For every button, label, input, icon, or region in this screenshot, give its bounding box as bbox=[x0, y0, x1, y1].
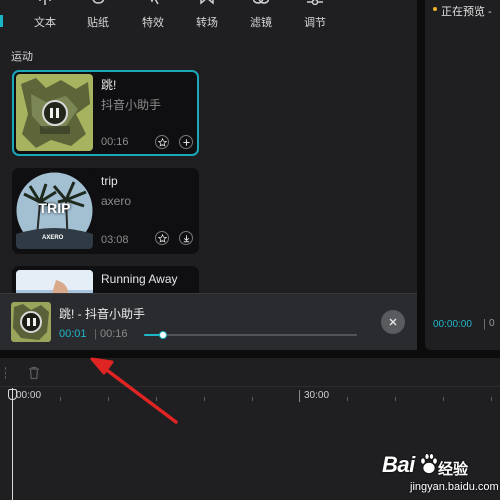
tab-sticker-label: 贴纸 bbox=[87, 17, 109, 29]
player-pause-icon[interactable] bbox=[20, 311, 42, 333]
ruler-label-30: 30:00 bbox=[304, 390, 330, 401]
progress-handle[interactable] bbox=[159, 331, 168, 339]
preview-panel: 正在预览 - 00:00:00 | 0 bbox=[425, 0, 500, 350]
playback-progress-slider[interactable] bbox=[144, 331, 357, 339]
now-playing-title: 跳! - 抖音小助手 bbox=[59, 307, 145, 321]
cover-text-trip: TRIP bbox=[38, 200, 71, 216]
favorite-button[interactable] bbox=[155, 135, 169, 149]
favorite-button[interactable] bbox=[155, 231, 169, 245]
sticker-icon bbox=[92, 0, 105, 4]
track-duration: 00:16 bbox=[101, 136, 129, 148]
time-separator: | bbox=[94, 328, 97, 340]
transition-icon bbox=[200, 0, 214, 5]
ruler-major-tick bbox=[299, 390, 300, 402]
filter-icon bbox=[253, 0, 269, 4]
music-player-bar: 跳! - 抖音小助手 00:01 | 00:16 bbox=[0, 293, 417, 350]
panel-divider[interactable] bbox=[0, 350, 500, 358]
track-artist: axero bbox=[101, 194, 132, 208]
preview-status-dot bbox=[433, 7, 437, 11]
close-player-button[interactable] bbox=[381, 310, 405, 334]
category-heading: 运动 bbox=[11, 51, 33, 63]
star-icon bbox=[157, 137, 167, 147]
text-icon bbox=[39, 0, 51, 5]
download-button[interactable] bbox=[179, 231, 193, 245]
album-cover bbox=[16, 74, 93, 151]
plus-icon bbox=[182, 138, 190, 146]
download-icon bbox=[183, 234, 189, 242]
close-icon bbox=[389, 318, 397, 326]
ruler-minor-tick bbox=[395, 397, 396, 401]
track-title: 跳! bbox=[101, 78, 117, 92]
current-time: 00:01 bbox=[59, 328, 87, 340]
now-playing-cover bbox=[11, 302, 51, 342]
album-cover: TRIP AXERO bbox=[16, 172, 93, 249]
track-artist: 抖音小助手 bbox=[101, 98, 162, 112]
paw-icon bbox=[420, 453, 438, 474]
ruler-minor-tick bbox=[491, 397, 492, 401]
watermark-brand-cn: 经验 bbox=[438, 461, 469, 478]
timeline-toolbar bbox=[0, 358, 500, 387]
pause-icon[interactable] bbox=[41, 99, 68, 126]
track-duration: 03:08 bbox=[101, 234, 129, 246]
preview-timecode: 00:00:00 bbox=[433, 319, 472, 330]
preview-time-separator: | bbox=[483, 318, 486, 330]
delete-icon[interactable] bbox=[27, 366, 41, 380]
ruler-minor-tick bbox=[108, 397, 109, 401]
total-time: 00:16 bbox=[100, 328, 128, 340]
star-icon bbox=[157, 233, 167, 243]
tab-filter-label: 滤镜 bbox=[250, 17, 272, 29]
baidu-jingyan-watermark: Bai 经验 jingyan.baidu.com bbox=[352, 448, 500, 500]
cover-text-brand: AXERO bbox=[42, 235, 64, 241]
ruler-minor-tick bbox=[347, 397, 348, 401]
preview-total-time: 0 bbox=[489, 318, 495, 329]
playhead-handle[interactable] bbox=[8, 389, 17, 400]
tab-text-label: 文本 bbox=[34, 17, 56, 29]
tab-transition-label: 转场 bbox=[196, 17, 218, 29]
music-card-tiao[interactable]: 跳! 抖音小助手 00:16 bbox=[12, 70, 199, 156]
watermark-brand: Bai bbox=[382, 452, 415, 477]
effects-icon bbox=[150, 0, 159, 5]
ruler-minor-tick bbox=[204, 397, 205, 401]
preview-status: 正在预览 - bbox=[441, 6, 492, 18]
track-title: Running Away bbox=[101, 272, 178, 286]
ruler-minor-tick bbox=[252, 397, 253, 401]
active-tab-indicator bbox=[0, 15, 3, 27]
adjust-icon bbox=[307, 0, 323, 5]
tab-effects-label: 特效 bbox=[142, 17, 164, 29]
timeline-ruler[interactable]: 00:00 30:00 bbox=[0, 387, 500, 407]
track-title: trip bbox=[101, 174, 118, 188]
add-track-button[interactable] bbox=[179, 135, 193, 149]
split-icon[interactable] bbox=[0, 367, 6, 379]
ruler-minor-tick bbox=[443, 397, 444, 401]
ruler-minor-tick bbox=[60, 397, 61, 401]
watermark-site: jingyan.baidu.com bbox=[410, 481, 499, 493]
playhead[interactable] bbox=[12, 388, 13, 500]
asset-toolbar: 文本 贴纸 特效 转场 滤镜 调节 bbox=[0, 0, 417, 32]
ruler-label-start: 00:00 bbox=[16, 390, 42, 401]
tab-adjust-label: 调节 bbox=[304, 17, 326, 29]
music-card-trip[interactable]: TRIP AXERO trip axero 03:08 bbox=[12, 168, 199, 254]
ruler-minor-tick bbox=[156, 397, 157, 401]
